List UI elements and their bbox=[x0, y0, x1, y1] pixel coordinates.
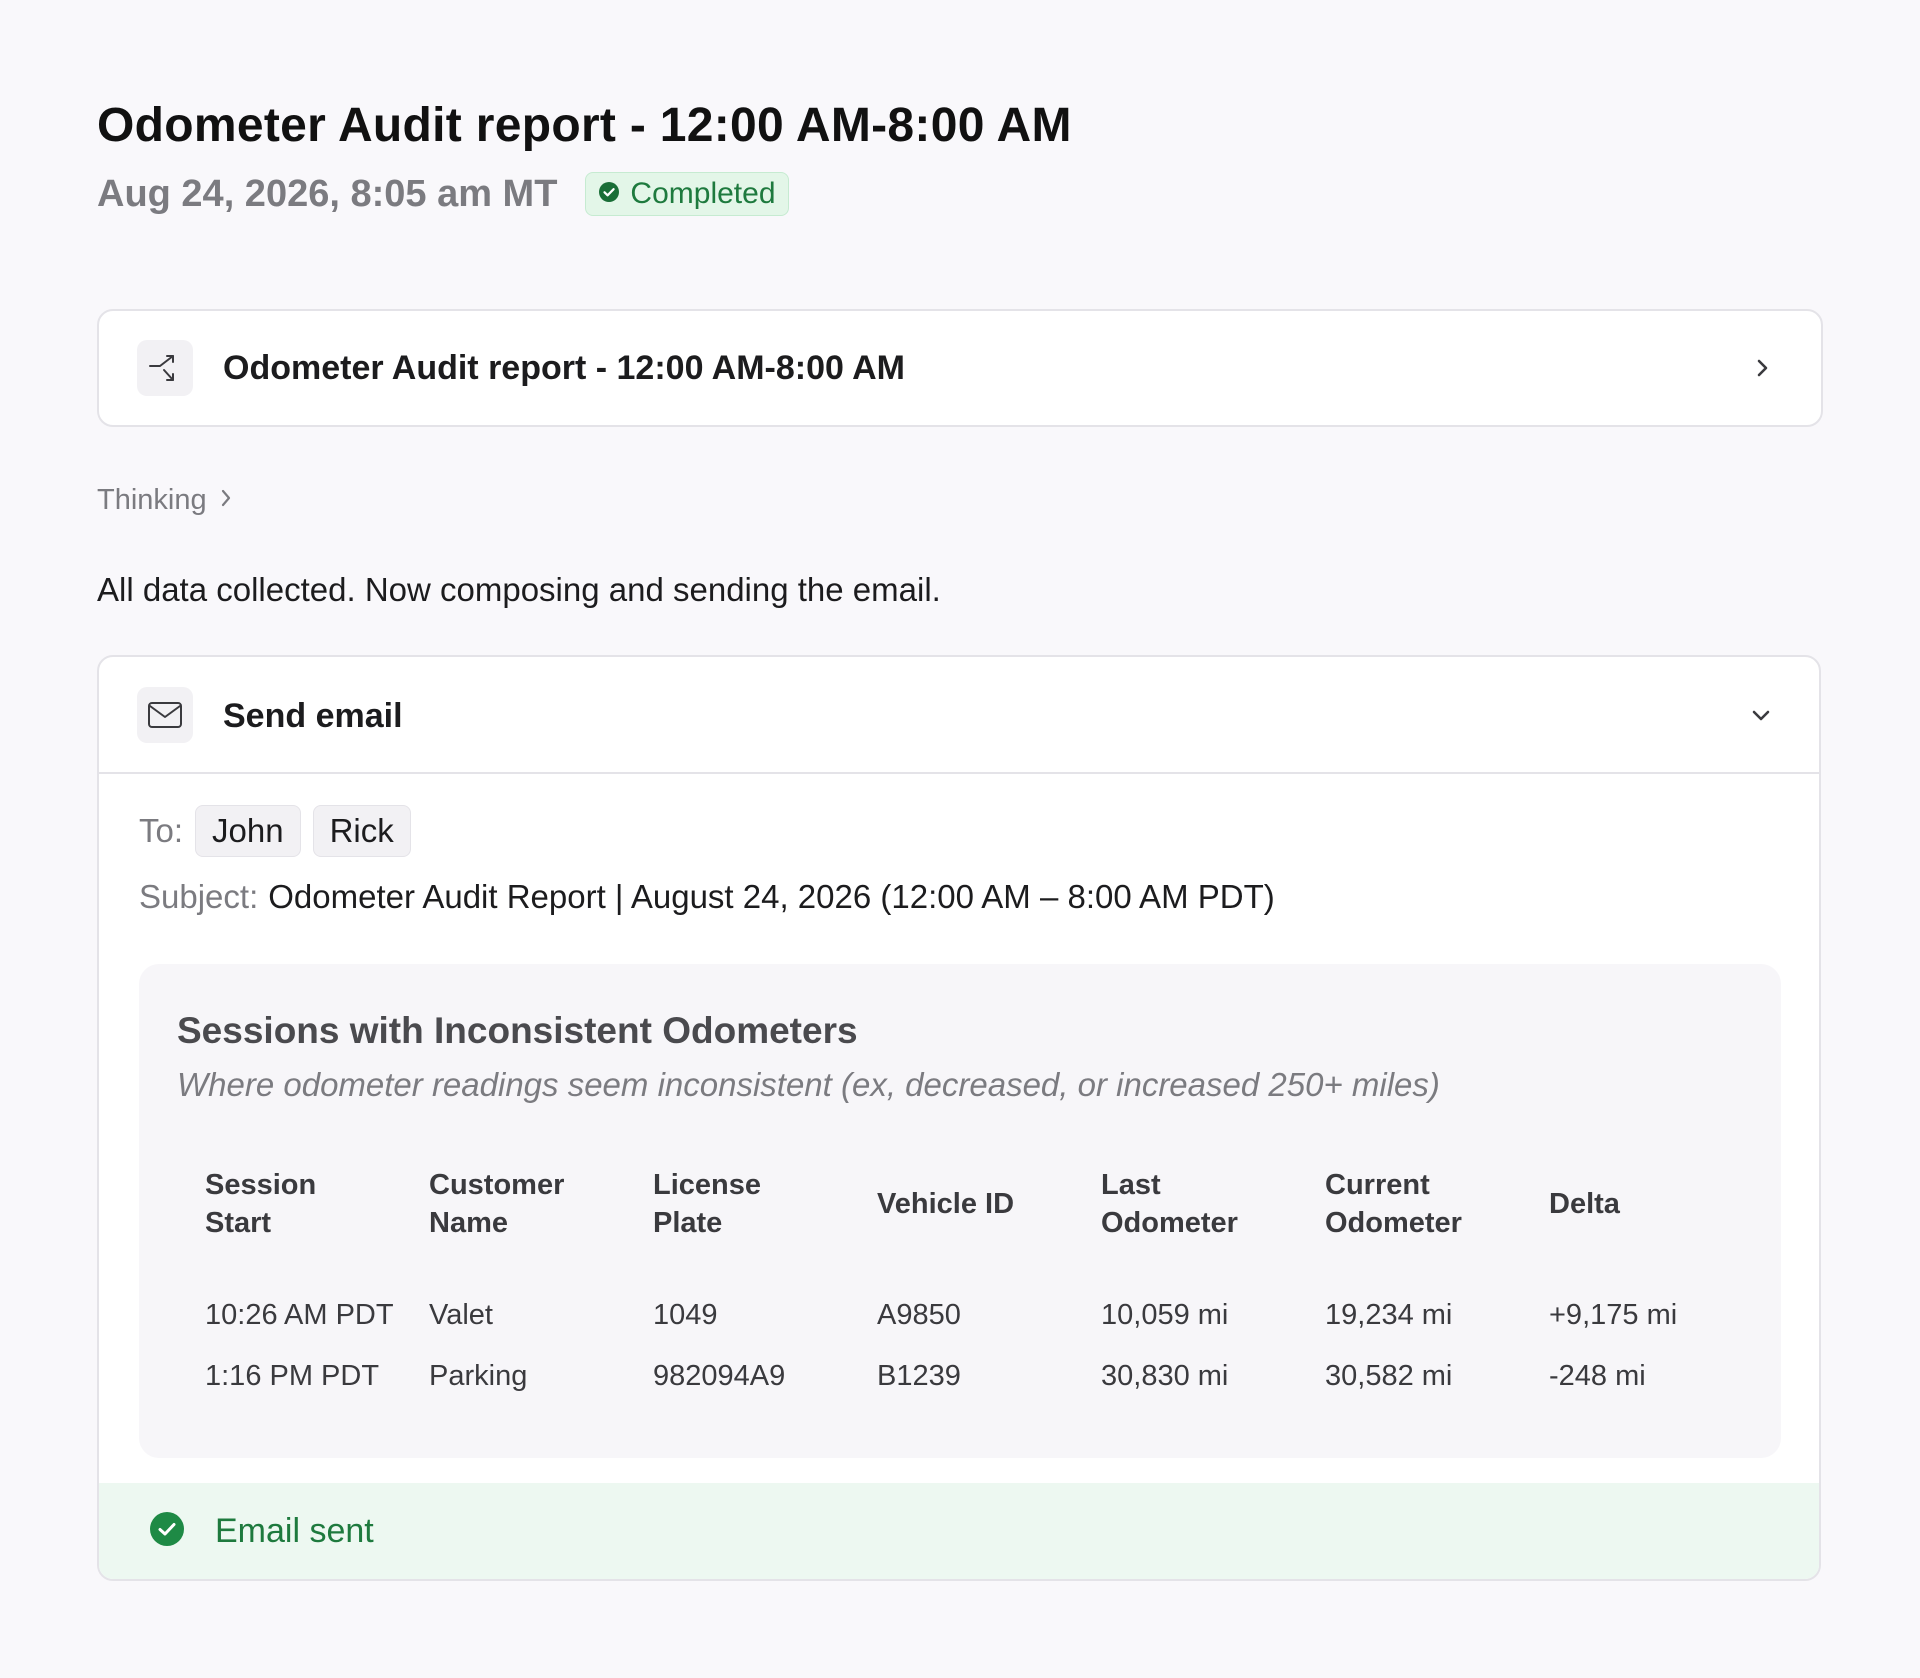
email-sent-banner: Email sent bbox=[99, 1483, 1819, 1579]
recipient-chip[interactable]: Rick bbox=[312, 805, 411, 857]
to-row: To: John Rick bbox=[139, 805, 411, 857]
subject-text: Odometer Audit Report | August 24, 2026 … bbox=[268, 878, 1275, 915]
send-email-header[interactable]: Send email bbox=[99, 657, 1819, 774]
subject-label: Subject: bbox=[139, 878, 259, 915]
status-label: Completed bbox=[630, 177, 776, 210]
send-email-title: Send email bbox=[223, 697, 403, 735]
table-cell: Parking bbox=[429, 1360, 528, 1392]
table-row: 1:16 PM PDT Parking 982094A9 B1239 30,83… bbox=[205, 1338, 1773, 1415]
email-sent-label: Email sent bbox=[215, 1511, 374, 1550]
check-circle-icon bbox=[149, 1511, 185, 1552]
page-meta: Aug 24, 2026, 8:05 am MT Completed bbox=[97, 172, 789, 216]
thinking-label: Thinking bbox=[97, 484, 207, 516]
chevron-right-icon bbox=[219, 487, 233, 514]
table-header-row: Session Start Customer Name License Plate V… bbox=[205, 1160, 1773, 1248]
table-cell: 1:16 PM PDT bbox=[205, 1360, 380, 1392]
workflow-icon bbox=[137, 340, 193, 396]
email-body: Sessions with Inconsistent Odometers Whe… bbox=[139, 964, 1781, 1458]
table-cell: B1239 bbox=[877, 1360, 961, 1392]
column-header-delta: Delta bbox=[1549, 1188, 1620, 1220]
table-cell: -248 mi bbox=[1549, 1360, 1646, 1392]
report-date: Aug 24, 2026, 8:05 am MT bbox=[97, 172, 558, 215]
table-cell: 19,234 mi bbox=[1325, 1299, 1453, 1331]
body-subheading: Where odometer readings seem inconsisten… bbox=[177, 1066, 1440, 1103]
chevron-down-icon[interactable] bbox=[1747, 702, 1775, 730]
send-email-card: Send email To: John Rick Subject: Odomet… bbox=[97, 655, 1821, 1581]
column-header-session-start: Session Start bbox=[205, 1169, 317, 1239]
column-header-customer-name: Customer Name bbox=[429, 1169, 565, 1239]
column-header-license-plate: License Plate bbox=[653, 1169, 761, 1239]
table-cell: +9,175 mi bbox=[1549, 1299, 1678, 1331]
table-cell: 1049 bbox=[653, 1299, 718, 1331]
column-header-last-odometer: Last Odometer bbox=[1101, 1169, 1238, 1239]
table-cell: A9850 bbox=[877, 1299, 961, 1331]
table-cell: 10,059 mi bbox=[1101, 1299, 1229, 1331]
check-circle-icon bbox=[598, 181, 620, 208]
page-title: Odometer Audit report - 12:00 AM-8:00 AM bbox=[97, 99, 1072, 152]
table-cell: Valet bbox=[429, 1299, 493, 1331]
subject-row: Subject: Odometer Audit Report | August … bbox=[139, 878, 1275, 916]
column-header-vehicle-id: Vehicle ID bbox=[877, 1188, 1015, 1220]
report-title: Odometer Audit report - 12:00 AM-8:00 AM bbox=[223, 349, 905, 387]
mail-icon bbox=[137, 687, 193, 743]
body-heading: Sessions with Inconsistent Odometers bbox=[177, 1010, 858, 1051]
table-cell: 30,830 mi bbox=[1101, 1360, 1229, 1392]
page: Odometer Audit report - 12:00 AM-8:00 AM… bbox=[0, 0, 1920, 1678]
table-cell: 982094A9 bbox=[653, 1360, 786, 1392]
to-label: To: bbox=[139, 812, 184, 849]
table-cell: 30,582 mi bbox=[1325, 1360, 1453, 1392]
recipient-chip[interactable]: John bbox=[195, 805, 301, 857]
column-header-current-odometer: Current Odometer bbox=[1325, 1169, 1462, 1239]
table-cell: 10:26 AM PDT bbox=[205, 1299, 394, 1331]
table-row: 10:26 AM PDT Valet 1049 A9850 10,059 mi … bbox=[205, 1248, 1773, 1338]
report-card[interactable]: Odometer Audit report - 12:00 AM-8:00 AM bbox=[97, 309, 1823, 427]
status-message: All data collected. Now composing and se… bbox=[97, 571, 941, 608]
chevron-right-icon[interactable] bbox=[1749, 354, 1777, 382]
status-badge: Completed bbox=[585, 172, 789, 216]
sessions-table: Session Start Customer Name License Plate V… bbox=[205, 1160, 1773, 1415]
thinking-toggle[interactable]: Thinking bbox=[97, 484, 233, 517]
